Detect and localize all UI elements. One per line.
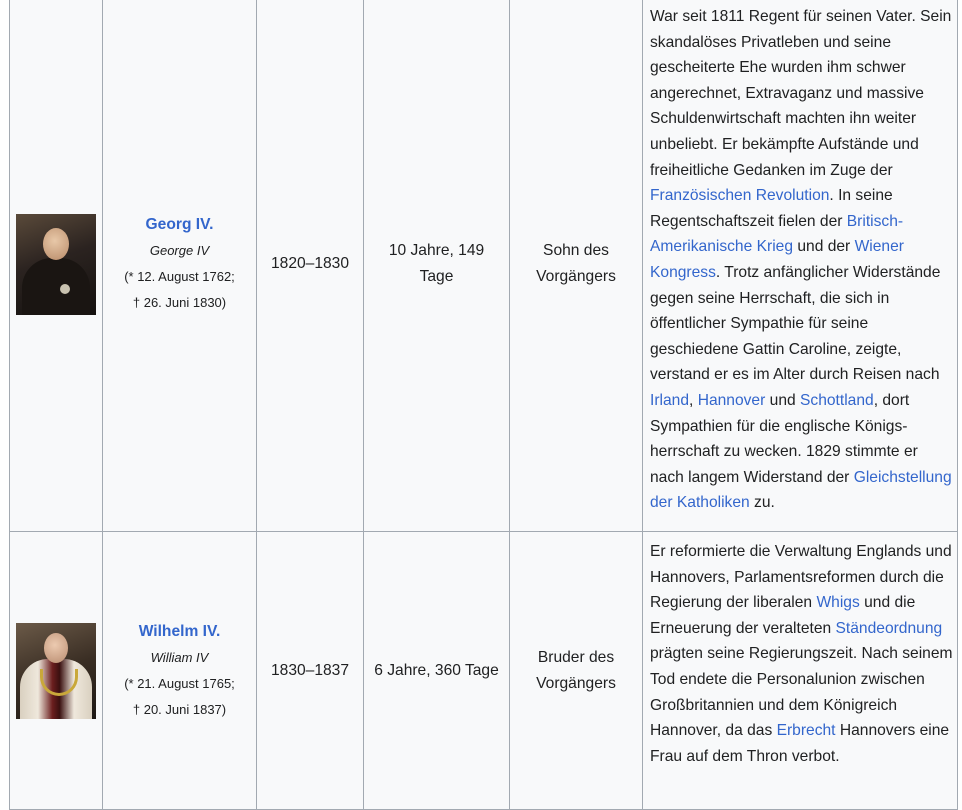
table-row: Georg IV. George IV (* 12. August 1762; … [9, 0, 958, 532]
duration-cell: 10 Jahre, 149 Tage [363, 0, 510, 532]
birth-date: (* 21. August 1765; [124, 675, 235, 691]
wiki-link[interactable]: Whigs [816, 594, 859, 611]
monarchs-table: Georg IV. George IV (* 12. August 1762; … [9, 0, 958, 810]
death-date: † 20. Juni 1837) [132, 701, 227, 717]
description-text: und der [793, 238, 855, 256]
original-name: William IV [150, 649, 209, 665]
birth-date: (* 12. August 1762; [124, 269, 235, 284]
portrait-cell [9, 0, 103, 532]
description-text: . Trotz anfänglicher Widerstände gegen s… [650, 263, 941, 384]
wiki-link[interactable]: Irland [650, 392, 689, 409]
original-name: George IV [149, 243, 210, 258]
death-date: † 26. Juni 1830) [132, 295, 227, 310]
reign-cell: 1830–1837 [256, 531, 364, 810]
duration-cell: 6 Jahre, 360 Tage [363, 531, 510, 810]
description-text: , [689, 391, 698, 409]
wiki-link[interactable]: Erbrecht [777, 722, 836, 739]
name-cell: Wilhelm IV. William IV (* 21. August 176… [102, 531, 257, 810]
portrait-georg-iv[interactable] [16, 213, 96, 315]
table-row: Wilhelm IV. William IV (* 21. August 176… [9, 531, 958, 810]
relation-cell: Bruder des Vorgängers [509, 531, 643, 810]
portrait-cell [9, 531, 103, 810]
monarch-name-link[interactable]: Wilhelm IV. [109, 619, 250, 645]
description-cell: Er reformierte die Verwaltung Englands u… [642, 531, 958, 810]
description-cell: War seit 1811 Regent für seinen Vater. S… [642, 0, 958, 532]
wiki-link[interactable]: Schottland [800, 392, 874, 409]
description-text: War seit 1811 Regent für seinen Vater. S… [650, 8, 952, 179]
relation-cell: Sohn des Vorgängers [509, 0, 643, 532]
wiki-link[interactable]: Französischen Revolution [650, 187, 829, 204]
reign-cell: 1820–1830 [256, 0, 364, 532]
wiki-link[interactable]: Hannover [698, 392, 766, 409]
name-cell: Georg IV. George IV (* 12. August 1762; … [102, 0, 257, 532]
wiki-link[interactable]: Ständeordnung [836, 620, 943, 637]
monarch-name-link[interactable]: Georg IV. [109, 212, 250, 238]
description-text: und [765, 391, 800, 409]
portrait-wilhelm-iv[interactable] [16, 622, 96, 719]
description-text: zu. [749, 494, 775, 512]
